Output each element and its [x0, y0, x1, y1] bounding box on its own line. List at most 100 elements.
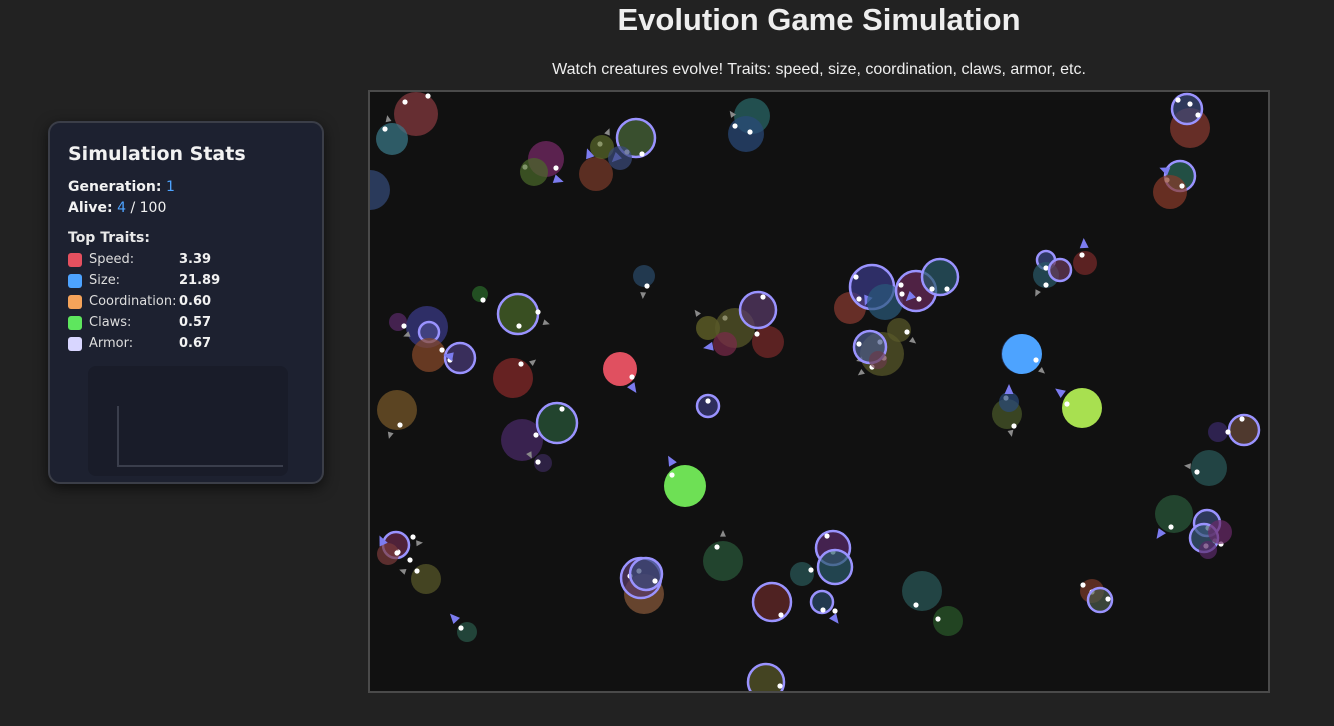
direction-arrow	[909, 337, 917, 344]
direction-arrow	[604, 128, 610, 136]
creature-eye	[407, 557, 413, 563]
creature-eye	[904, 329, 910, 335]
creature-eye	[899, 291, 905, 297]
alive-label: Alive:	[68, 200, 113, 216]
creature	[999, 384, 1019, 412]
direction-arrow	[720, 530, 726, 537]
creature	[496, 292, 550, 336]
creature-eye	[1043, 282, 1049, 288]
creature	[1199, 541, 1217, 559]
trait-value: 0.67	[179, 336, 212, 351]
simulation-canvas[interactable]	[368, 90, 1270, 693]
creature	[933, 606, 963, 636]
alive-value: 4	[117, 200, 127, 216]
creature-eye	[639, 151, 645, 157]
creature-body	[1073, 251, 1097, 275]
creature	[902, 571, 942, 611]
creature-eye	[652, 578, 658, 584]
size-swatch	[68, 273, 82, 288]
stats-title: Simulation Stats	[68, 143, 246, 165]
stats-panel: Simulation Stats Generation: 1 Alive: 4 …	[48, 121, 324, 484]
trait-label: Speed:	[89, 252, 135, 267]
creature-eye	[916, 296, 922, 302]
creature	[703, 530, 743, 581]
creature-eye	[535, 459, 541, 465]
direction-arrow	[857, 369, 865, 376]
creature	[920, 257, 960, 297]
direction-arrow	[703, 341, 714, 351]
creature-body	[412, 338, 446, 372]
creature	[790, 562, 814, 586]
creature-body	[1155, 495, 1193, 533]
coordination-swatch	[68, 294, 82, 309]
page-subtitle: Watch creatures evolve! Traits: speed, s…	[552, 61, 1086, 78]
creature-body	[579, 157, 613, 191]
creature-eye	[747, 129, 753, 135]
creature	[695, 393, 721, 419]
trait-value: 0.57	[179, 315, 212, 330]
creature	[1170, 92, 1204, 126]
creature-eye	[898, 282, 904, 288]
creature	[603, 352, 637, 393]
creature-body	[603, 352, 637, 386]
creature-eye	[1195, 112, 1201, 118]
creature-eye	[856, 341, 862, 347]
creature-eye	[439, 347, 445, 353]
creature-eye	[402, 99, 408, 105]
creature-body	[1153, 175, 1187, 209]
creature-eye	[913, 602, 919, 608]
creature-eye	[401, 323, 407, 329]
creature-eye	[714, 544, 720, 550]
creature-body	[608, 146, 632, 170]
creature-body	[1002, 334, 1042, 374]
creature-eye	[382, 126, 388, 132]
creature-eye	[644, 283, 650, 289]
creature-body	[370, 170, 390, 210]
trait-label: Size:	[89, 273, 121, 288]
creature	[1155, 495, 1193, 539]
direction-arrow	[668, 455, 677, 467]
creature	[809, 589, 839, 624]
top-traits-title: Top Traits:	[68, 230, 150, 246]
trait-history-graph	[88, 366, 288, 476]
creature-eye	[1194, 469, 1200, 475]
generation-label: Generation:	[68, 179, 162, 195]
creature-body	[999, 392, 1019, 412]
trait-value: 3.39	[179, 252, 212, 267]
creature	[377, 390, 417, 439]
trait-size: Size: 21.89	[68, 270, 304, 291]
creature-body	[1062, 388, 1102, 428]
generation-value: 1	[165, 179, 175, 195]
creature-eye	[705, 398, 711, 404]
creature-eye	[1011, 423, 1017, 429]
trait-label: Armor:	[89, 336, 134, 351]
creature-body	[1199, 541, 1217, 559]
creature	[1153, 175, 1187, 209]
direction-arrow	[829, 613, 839, 624]
creature-eye	[1239, 416, 1245, 422]
trait-label: Claws:	[89, 315, 132, 330]
creature	[664, 455, 706, 507]
creature-body	[713, 332, 737, 356]
alive-stat: Alive: 4 / 100	[68, 198, 304, 219]
armor-swatch	[68, 336, 82, 351]
creature	[370, 170, 390, 210]
creature-eye	[929, 286, 935, 292]
creatures-layer	[370, 92, 1261, 691]
creature	[412, 338, 446, 372]
creature-body	[377, 390, 417, 430]
creature-eye	[410, 534, 416, 540]
creature-body	[1191, 450, 1227, 486]
creature-eye	[760, 294, 766, 300]
creature-eye	[820, 607, 826, 613]
direction-arrow	[1038, 367, 1046, 374]
creature	[1208, 520, 1232, 544]
direction-arrow	[1007, 429, 1014, 437]
creature-body	[457, 622, 477, 642]
creature	[443, 341, 477, 375]
creature-body	[1208, 422, 1228, 442]
creature-eye	[754, 331, 760, 337]
creature-eye	[808, 567, 814, 573]
claws-swatch	[68, 315, 82, 330]
creature-eye	[935, 616, 941, 622]
